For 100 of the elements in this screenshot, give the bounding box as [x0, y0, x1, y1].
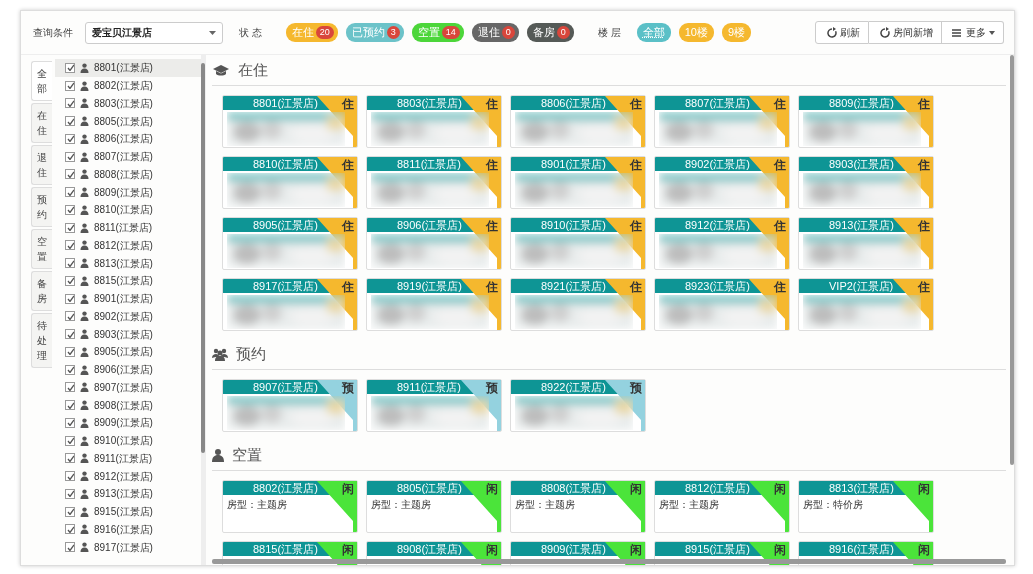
checkbox[interactable]	[65, 80, 75, 91]
room-card[interactable]: 8923(江景店) 住	[654, 278, 790, 331]
room-card[interactable]: 8805(江景店) 闲 房型：主题房	[366, 480, 502, 533]
room-list-item[interactable]: 8805(江景店)	[55, 112, 201, 130]
checkbox[interactable]	[65, 400, 75, 411]
room-list-item[interactable]: 8903(江景店)	[55, 325, 201, 343]
checkbox[interactable]	[65, 453, 75, 464]
room-card[interactable]: 8807(江景店) 住	[654, 95, 790, 148]
room-card[interactable]: 8809(江景店) 住	[798, 95, 934, 148]
room-card[interactable]: 8910(江景店) 住	[510, 217, 646, 270]
side-tab[interactable]: 备房	[31, 271, 52, 311]
room-card[interactable]: VIP2(江景店) 住	[798, 278, 934, 331]
status-filter[interactable]: 备房 0	[526, 23, 574, 42]
room-list-item[interactable]: 8901(江景店)	[55, 289, 201, 308]
side-tab[interactable]: 全部	[31, 61, 52, 101]
room-card[interactable]: 8813(江景店) 闲 房型：特价房	[798, 480, 934, 533]
room-card[interactable]: 8901(江景店) 住	[510, 156, 646, 209]
room-list-item[interactable]: 8801(江景店)	[55, 59, 201, 77]
room-card[interactable]: 8803(江景店) 住	[366, 95, 502, 148]
room-card[interactable]: 8921(江景店) 住	[510, 278, 646, 331]
room-list-item[interactable]: 8809(江景店)	[55, 183, 201, 201]
room-card[interactable]: 8811(江景店) 住	[366, 156, 502, 209]
room-list-item[interactable]: 8917(江景店)	[55, 538, 201, 556]
room-list-item[interactable]: 8902(江景店)	[55, 307, 201, 326]
checkbox[interactable]	[65, 542, 75, 553]
checkbox[interactable]	[65, 364, 75, 375]
side-tab[interactable]: 退住	[31, 145, 52, 185]
toolbar-button[interactable]: 房间新增	[869, 21, 942, 44]
checkbox[interactable]	[65, 98, 75, 109]
room-card[interactable]: 8802(江景店) 闲 房型：主题房	[222, 480, 358, 533]
checkbox[interactable]	[65, 151, 75, 162]
room-list-item[interactable]: 8912(江景店)	[55, 467, 201, 485]
checkbox[interactable]	[65, 293, 75, 304]
room-card[interactable]: 8919(江景店) 住	[366, 278, 502, 331]
status-filter[interactable]: 退住 0	[471, 23, 519, 42]
room-card[interactable]: 8907(江景店) 预	[222, 379, 358, 432]
room-list-item[interactable]: 8913(江景店)	[55, 485, 201, 503]
room-list-item[interactable]: 8906(江景店)	[55, 360, 201, 379]
checkbox[interactable]	[65, 240, 75, 251]
store-select[interactable]: 爱宝贝江景店	[85, 21, 223, 44]
checkbox[interactable]	[65, 222, 75, 233]
room-card[interactable]: 8812(江景店) 闲 房型：主题房	[654, 480, 790, 533]
scrollbar[interactable]	[212, 559, 1006, 564]
room-list-item[interactable]: 8812(江景店)	[55, 236, 201, 255]
room-list-item[interactable]: 8806(江景店)	[55, 130, 201, 148]
room-card[interactable]: 8810(江景店) 住	[222, 156, 358, 209]
scrollbar[interactable]	[1010, 55, 1014, 465]
status-filter[interactable]: 已预约 3	[345, 23, 404, 42]
room-list-item[interactable]: 8810(江景店)	[55, 201, 201, 219]
room-card[interactable]: 8913(江景店) 住	[798, 217, 934, 270]
room-card[interactable]: 8906(江景店) 住	[366, 217, 502, 270]
side-tab[interactable]: 待处理	[31, 313, 52, 368]
room-card[interactable]: 8902(江景店) 住	[654, 156, 790, 209]
room-list-item[interactable]: 8811(江景店)	[55, 218, 201, 237]
side-tab[interactable]: 在住	[31, 103, 52, 143]
room-list-item[interactable]: 8803(江景店)	[55, 94, 201, 113]
checkbox[interactable]	[65, 524, 75, 535]
checkbox[interactable]	[65, 169, 75, 180]
room-list-item[interactable]: 8915(江景店)	[55, 502, 201, 521]
checkbox[interactable]	[65, 417, 75, 428]
room-list-item[interactable]: 8807(江景店)	[55, 147, 201, 166]
room-card[interactable]: 8912(江景店) 住	[654, 217, 790, 270]
toolbar-button[interactable]: 刷新	[815, 21, 869, 44]
checkbox[interactable]	[65, 506, 75, 517]
room-list-item[interactable]: 8909(江景店)	[55, 414, 201, 432]
room-list-item[interactable]: 8910(江景店)	[55, 431, 201, 450]
room-card[interactable]: 8911(江景店) 预	[366, 379, 502, 432]
checkbox[interactable]	[65, 258, 75, 269]
checkbox[interactable]	[65, 116, 75, 127]
checkbox[interactable]	[65, 488, 75, 499]
room-list-item[interactable]: 8802(江景店)	[55, 76, 201, 95]
room-card[interactable]: 8905(江景店) 住	[222, 217, 358, 270]
checkbox[interactable]	[65, 471, 75, 482]
toolbar-button[interactable]: 更多	[942, 21, 1004, 44]
room-list-item[interactable]: 8916(江景店)	[55, 520, 201, 539]
status-filter[interactable]: 空置 14	[411, 23, 464, 42]
checkbox[interactable]	[65, 62, 75, 73]
room-list-item[interactable]: 8813(江景店)	[55, 254, 201, 272]
room-list-item[interactable]: 8911(江景店)	[55, 449, 201, 468]
side-tab[interactable]: 空置	[31, 229, 52, 269]
checkbox[interactable]	[65, 275, 75, 286]
checkbox[interactable]	[65, 204, 75, 215]
room-list-item[interactable]: 8908(江景店)	[55, 396, 201, 414]
checkbox[interactable]	[65, 382, 75, 393]
room-list-item[interactable]: 8905(江景店)	[55, 343, 201, 361]
room-card[interactable]: 8801(江景店) 住	[222, 95, 358, 148]
status-filter[interactable]: 在住 20	[285, 23, 338, 42]
checkbox[interactable]	[65, 311, 75, 322]
checkbox[interactable]	[65, 329, 75, 340]
checkbox[interactable]	[65, 133, 75, 144]
room-card[interactable]: 8806(江景店) 住	[510, 95, 646, 148]
checkbox[interactable]	[65, 187, 75, 198]
checkbox[interactable]	[65, 435, 75, 446]
room-list-item[interactable]: 8907(江景店)	[55, 378, 201, 397]
room-list-item[interactable]: 8815(江景店)	[55, 272, 201, 290]
room-card[interactable]: 8903(江景店) 住	[798, 156, 934, 209]
side-tab[interactable]: 预约	[31, 187, 52, 227]
scrollbar[interactable]	[201, 63, 205, 453]
checkbox[interactable]	[65, 346, 75, 357]
room-card[interactable]: 8917(江景店) 住	[222, 278, 358, 331]
